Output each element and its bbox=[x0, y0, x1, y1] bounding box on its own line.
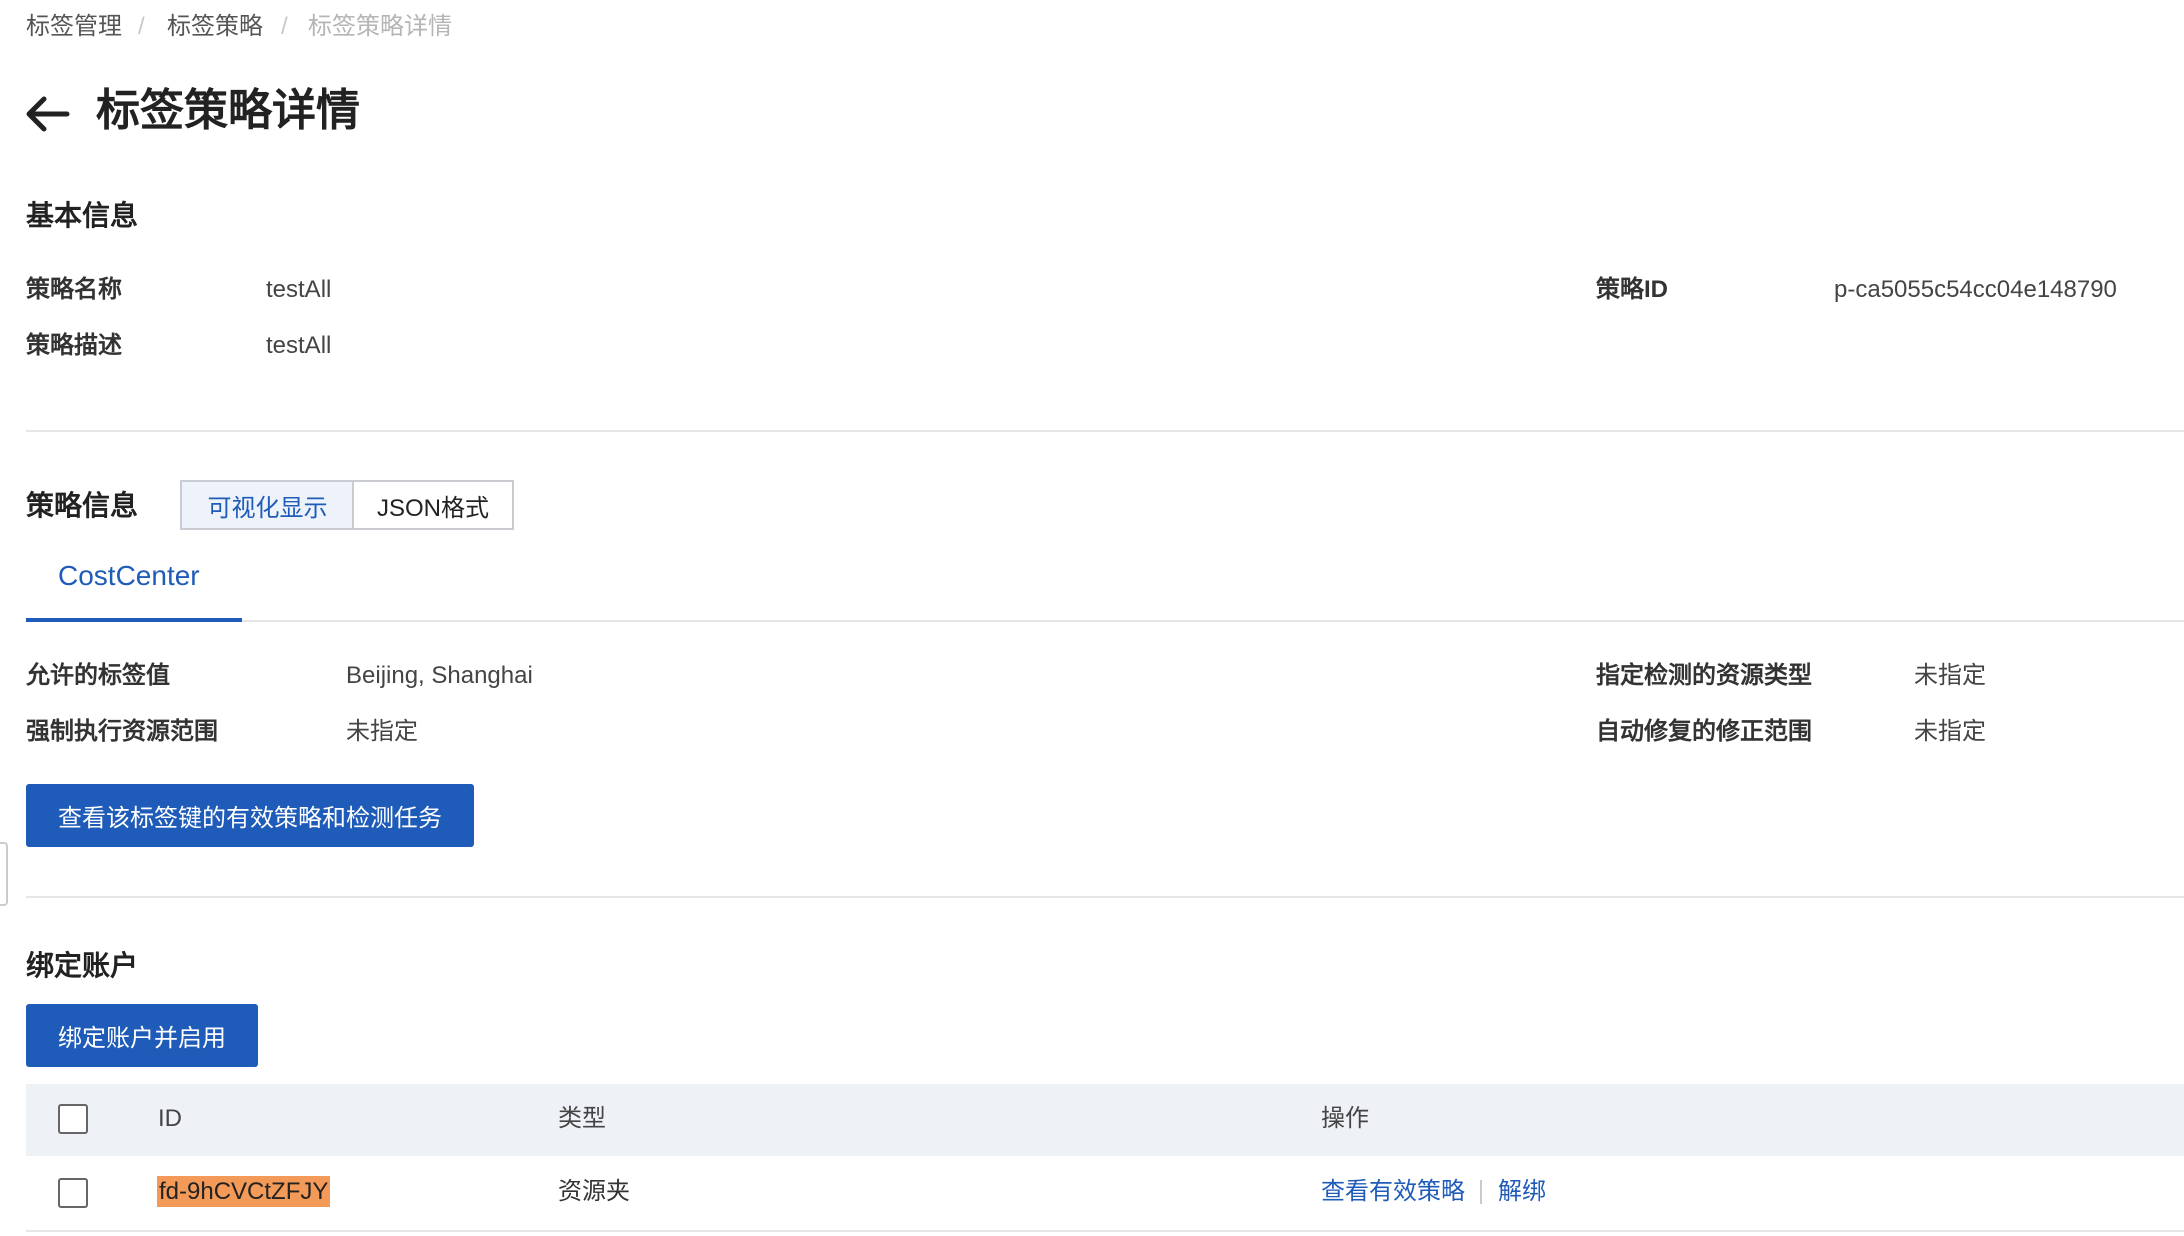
breadcrumb-separator: / bbox=[281, 13, 288, 40]
visual-view-toggle[interactable]: 可视化显示 bbox=[180, 480, 353, 530]
tab-bar-divider bbox=[26, 620, 2184, 622]
auto-remediate-label: 自动修复的修正范围 bbox=[1596, 718, 1812, 745]
bind-account-button[interactable]: 绑定账户并启用 bbox=[26, 1004, 258, 1067]
enforce-scope-label: 强制执行资源范围 bbox=[26, 718, 218, 745]
breadcrumb-current: 标签策略详情 bbox=[308, 13, 452, 40]
bound-accounts-heading: 绑定账户 bbox=[26, 950, 139, 981]
active-tab-indicator bbox=[26, 618, 242, 622]
detect-resource-type-value: 未指定 bbox=[1914, 662, 1986, 689]
divider bbox=[26, 430, 2184, 432]
table-header bbox=[26, 1084, 2184, 1156]
view-effective-policy-button[interactable]: 查看该标签键的有效策略和检测任务 bbox=[26, 784, 474, 847]
side-panel-handle[interactable] bbox=[0, 842, 8, 906]
select-all-checkbox[interactable] bbox=[58, 1104, 88, 1134]
account-type: 资源夹 bbox=[558, 1178, 630, 1205]
policy-desc-label: 策略描述 bbox=[26, 332, 122, 359]
unbind-link[interactable]: 解绑 bbox=[1498, 1176, 1546, 1208]
policy-id-value: p-ca5055c54cc04e148790 bbox=[1834, 276, 2117, 303]
policy-name-value: testAll bbox=[266, 276, 332, 303]
tab-costcenter[interactable]: CostCenter bbox=[58, 558, 200, 594]
page-title: 标签策略详情 bbox=[96, 86, 360, 135]
account-id: fd-9hCVCtZFJY bbox=[157, 1176, 331, 1207]
column-header-actions: 操作 bbox=[1321, 1105, 1369, 1132]
row-divider bbox=[26, 1230, 2184, 1232]
view-effective-policy-link[interactable]: 查看有效策略 bbox=[1321, 1176, 1465, 1208]
action-separator bbox=[1480, 1180, 1482, 1204]
row-checkbox[interactable] bbox=[58, 1178, 88, 1208]
breadcrumb-tag-management[interactable]: 标签管理 bbox=[26, 12, 122, 42]
allowed-values-label: 允许的标签值 bbox=[26, 662, 170, 689]
policy-id-label: 策略ID bbox=[1596, 276, 1668, 303]
divider bbox=[26, 896, 2184, 898]
breadcrumb-separator: / bbox=[138, 13, 145, 40]
column-header-type: 类型 bbox=[558, 1105, 606, 1132]
back-arrow-icon[interactable] bbox=[24, 92, 70, 136]
column-header-id: ID bbox=[158, 1105, 182, 1132]
basic-info-heading: 基本信息 bbox=[26, 200, 139, 231]
allowed-values-value: Beijing, Shanghai bbox=[346, 662, 533, 689]
json-view-toggle[interactable]: JSON格式 bbox=[352, 480, 514, 530]
breadcrumb-tag-policy[interactable]: 标签策略 bbox=[167, 12, 263, 42]
enforce-scope-value: 未指定 bbox=[346, 718, 418, 745]
detect-resource-type-label: 指定检测的资源类型 bbox=[1596, 662, 1812, 689]
tag-policy-detail-page: 标签管理 / 标签策略 / 标签策略详情 标签策略详情 基本信息 策略名称 te… bbox=[0, 0, 2184, 1236]
auto-remediate-value: 未指定 bbox=[1914, 718, 1986, 745]
policy-name-label: 策略名称 bbox=[26, 276, 122, 303]
policy-info-heading: 策略信息 bbox=[26, 490, 139, 521]
policy-desc-value: testAll bbox=[266, 332, 332, 359]
